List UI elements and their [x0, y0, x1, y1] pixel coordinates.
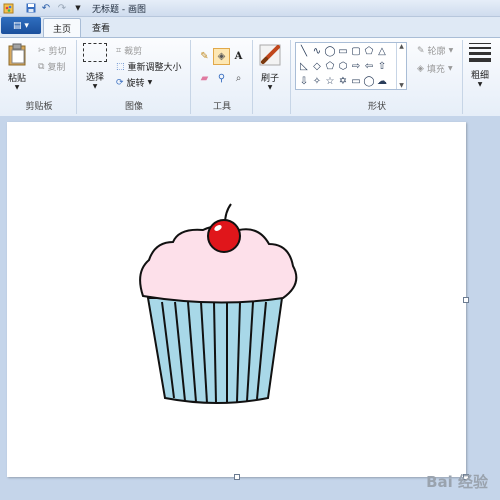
tab-home-label: 主页 — [53, 24, 72, 35]
cut-button[interactable]: ✂ 剪切 — [38, 44, 67, 58]
tab-view[interactable]: 查看 — [83, 18, 119, 36]
ribbon: 粘贴 ▼ ✂ 剪切 ⧉ 复制 剪贴板 选择 ▼ ⌗ 裁剪 ⬚ 重新调整大小 ⟳ … — [0, 37, 500, 117]
copy-button[interactable]: ⧉ 复制 — [38, 60, 65, 74]
right-triangle-shape-icon[interactable]: ◺ — [298, 60, 310, 72]
scroll-down-icon[interactable]: ▼ — [399, 82, 404, 89]
tools-group-label: 工具 — [212, 102, 231, 112]
magnifier-icon[interactable]: ⌕ — [230, 70, 247, 87]
paste-button[interactable]: 粘贴 ▼ — [6, 43, 28, 91]
paste-icon — [8, 43, 26, 66]
scissors-icon: ✂ — [38, 45, 46, 56]
crop-icon: ⌗ — [116, 45, 122, 56]
select-rectangle-icon — [83, 43, 107, 62]
callout-oval-shape-icon[interactable]: ◯ — [363, 75, 375, 87]
fill-dropdown-icon: ▼ — [447, 65, 453, 72]
four-point-star-shape-icon[interactable]: ✧ — [311, 75, 323, 87]
title-bar: ↶ ↷ ▼ 无标题 - 画图 — [0, 0, 500, 17]
tab-view-label: 查看 — [92, 23, 111, 34]
paint-app-icon[interactable] — [2, 2, 14, 14]
select-button[interactable]: 选择 ▼ — [83, 43, 107, 90]
diamond-shape-icon[interactable]: ◇ — [311, 60, 323, 72]
callout-rectangle-shape-icon[interactable]: ▭ — [350, 75, 362, 87]
callout-cloud-shape-icon[interactable]: ☁ — [376, 75, 388, 87]
pentagon-shape-icon[interactable]: ⬠ — [324, 60, 336, 72]
drawing-canvas[interactable] — [7, 122, 469, 480]
rotate-dropdown-icon: ▼ — [147, 79, 153, 86]
up-arrow-shape-icon[interactable]: ⇧ — [376, 60, 388, 72]
rotate-icon: ⟳ — [116, 77, 124, 88]
rotate-button[interactable]: ⟳ 旋转 ▼ — [116, 76, 153, 90]
shapes-gallery: ╲ ∿ ◯ ▭ ▢ ⬠ △ ◺ ◇ ⬠ ⬡ ⇨ ⇦ ⇧ ⇩ ✧ ☆ ✡ ▭ ◯ … — [295, 42, 407, 90]
triangle-shape-icon[interactable]: △ — [376, 45, 388, 57]
select-dropdown-icon: ▼ — [92, 83, 98, 90]
resize-handle-bottom[interactable] — [234, 474, 240, 480]
size-button[interactable]: 粗细 ▼ — [469, 43, 491, 88]
brushes-button[interactable]: 刷子 ▼ — [258, 43, 282, 91]
line-width-icon — [469, 43, 491, 62]
left-arrow-shape-icon[interactable]: ⇦ — [363, 60, 375, 72]
outline-icon: ✎ — [417, 45, 425, 56]
eraser-icon[interactable]: ▰ — [196, 70, 213, 87]
size-label: 粗细 — [470, 71, 489, 81]
clipboard-group: 粘贴 ▼ ✂ 剪切 ⧉ 复制 剪贴板 — [2, 40, 77, 114]
select-label: 选择 — [85, 73, 104, 83]
copy-icon: ⧉ — [38, 61, 45, 72]
file-menu-icon: ▤ ▾ — [13, 20, 29, 31]
image-group: 选择 ▼ ⌗ 裁剪 ⬚ 重新调整大小 ⟳ 旋转 ▼ 图像 — [78, 40, 191, 114]
polygon-shape-icon[interactable]: ⬠ — [363, 45, 375, 57]
crop-button[interactable]: ⌗ 裁剪 — [116, 44, 142, 58]
ribbon-tab-row: ▤ ▾ 主页 查看 — [0, 17, 500, 37]
resize-icon: ⬚ — [116, 61, 125, 72]
window-title: 无标题 - 画图 — [92, 5, 146, 15]
cupcake-drawing — [139, 203, 298, 404]
color-picker-icon[interactable]: ⚲ — [213, 70, 230, 87]
brushes-label: 刷子 — [260, 74, 279, 84]
oval-shape-icon[interactable]: ◯ — [324, 45, 336, 57]
down-arrow-shape-icon[interactable]: ⇩ — [298, 75, 310, 87]
curve-shape-icon[interactable]: ∿ — [311, 45, 323, 57]
save-icon[interactable] — [25, 2, 37, 14]
tools-group: ✎ ◈ A ▰ ⚲ ⌕ 工具 — [192, 40, 253, 114]
clipboard-group-label: 剪贴板 — [25, 102, 53, 112]
brush-icon — [259, 44, 281, 66]
resize-button[interactable]: ⬚ 重新调整大小 — [116, 60, 182, 74]
image-group-label: 图像 — [124, 102, 143, 112]
hexagon-shape-icon[interactable]: ⬡ — [337, 60, 349, 72]
tab-home[interactable]: 主页 — [43, 18, 82, 37]
fill-bucket-icon[interactable]: ◈ — [213, 48, 230, 65]
outline-button[interactable]: ✎ 轮廓 ▼ — [417, 44, 454, 58]
redo-icon[interactable]: ↷ — [56, 2, 68, 14]
undo-icon[interactable]: ↶ — [40, 2, 52, 14]
brushes-dropdown-icon: ▼ — [267, 84, 273, 91]
size-dropdown-icon: ▼ — [477, 81, 483, 88]
five-point-star-shape-icon[interactable]: ☆ — [324, 75, 336, 87]
paste-dropdown-icon: ▼ — [14, 84, 20, 91]
outline-dropdown-icon: ▼ — [448, 47, 454, 54]
shapes-group-label: 形状 — [367, 102, 386, 112]
resize-handle-right[interactable] — [463, 297, 469, 303]
rounded-rectangle-shape-icon[interactable]: ▢ — [350, 45, 362, 57]
fill-icon: ◈ — [417, 63, 424, 74]
scroll-up-icon[interactable]: ▲ — [399, 43, 404, 50]
watermark: Bai 经验 — [426, 473, 488, 491]
file-menu-button[interactable]: ▤ ▾ — [1, 17, 41, 34]
canvas-workspace: Bai 经验 — [0, 116, 500, 500]
brushes-group: 刷子 ▼ — [254, 40, 291, 114]
line-shape-icon[interactable]: ╲ — [298, 45, 310, 57]
shapes-scrollbar[interactable]: ▲ ▼ — [396, 43, 406, 89]
rectangle-shape-icon[interactable]: ▭ — [337, 45, 349, 57]
right-arrow-shape-icon[interactable]: ⇨ — [350, 60, 362, 72]
fill-button[interactable]: ◈ 填充 ▼ — [417, 62, 453, 76]
text-icon[interactable]: A — [230, 48, 247, 65]
pencil-icon[interactable]: ✎ — [196, 48, 213, 65]
six-point-star-shape-icon[interactable]: ✡ — [337, 75, 349, 87]
paste-label: 粘贴 — [7, 74, 26, 84]
cherry — [207, 219, 241, 253]
quick-access-dropdown-icon[interactable]: ▼ — [72, 2, 84, 14]
